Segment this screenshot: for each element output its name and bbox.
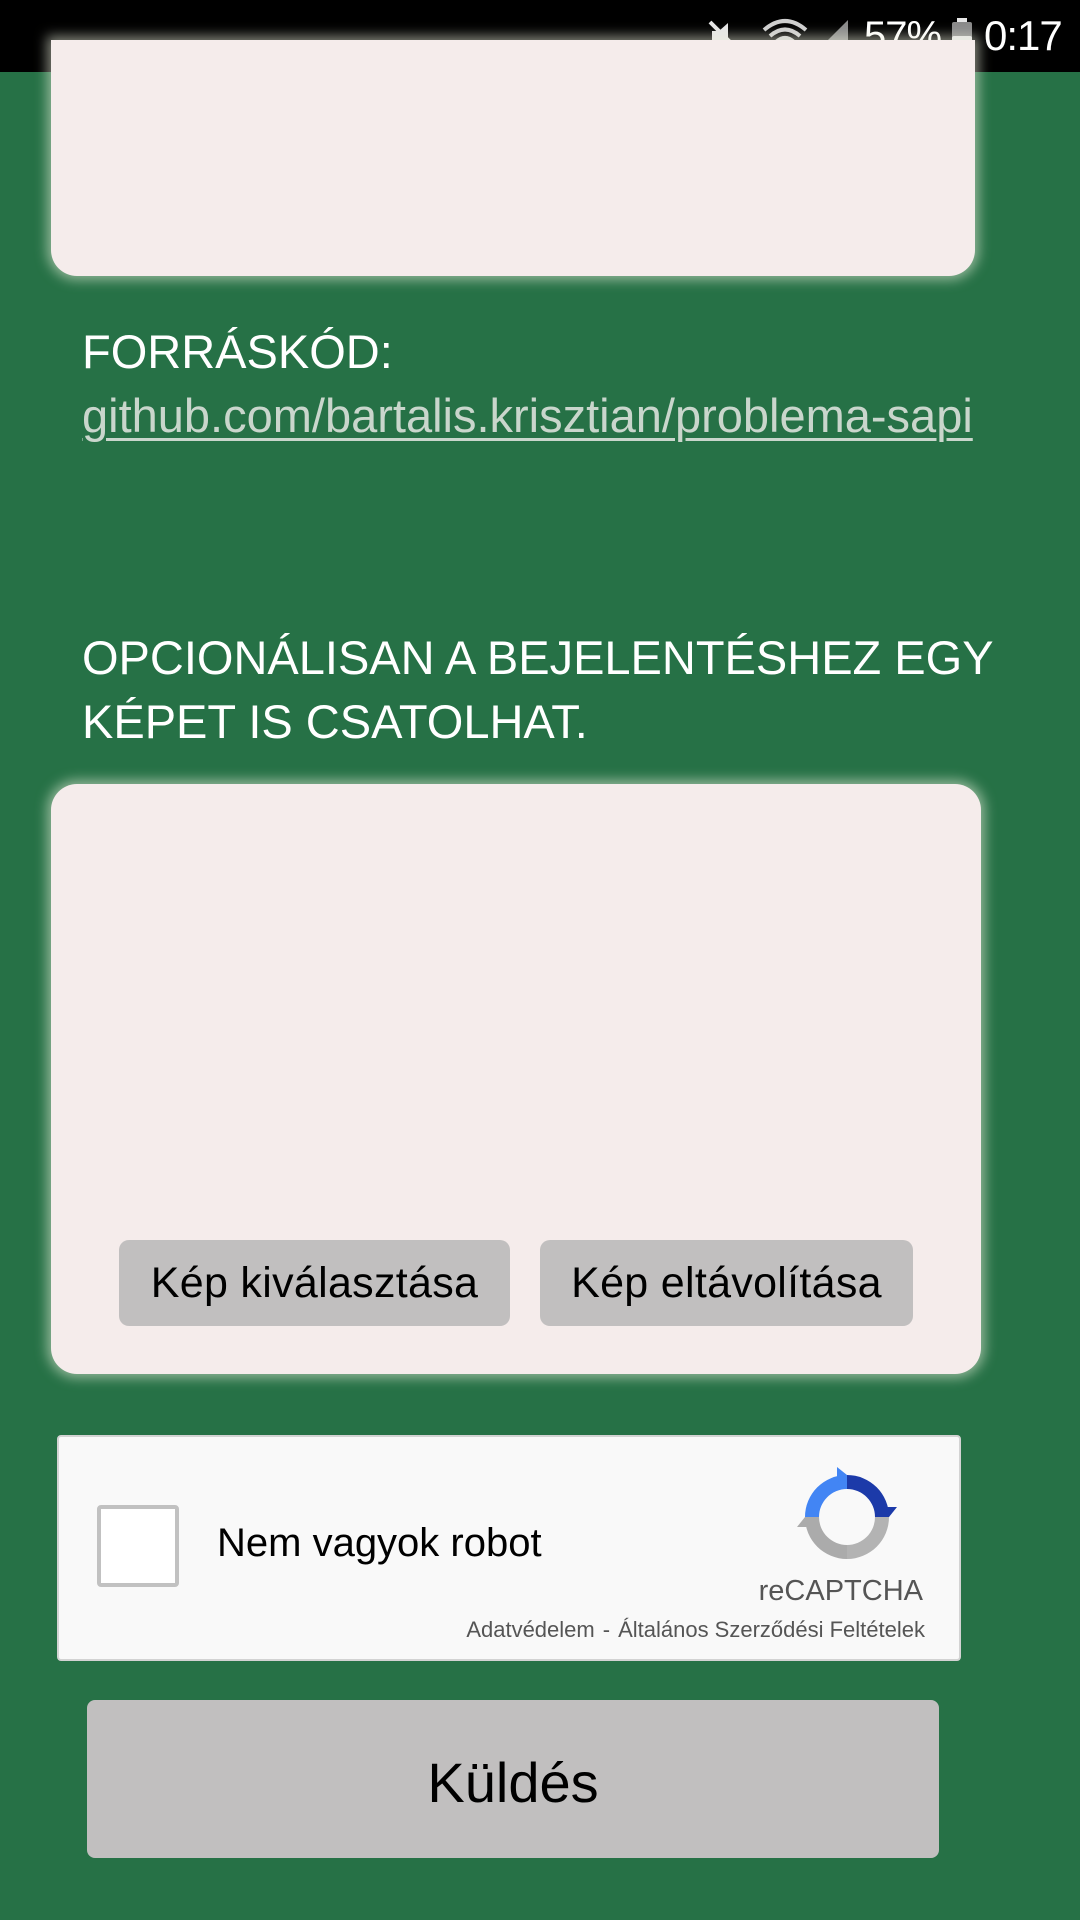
recaptcha-links: Adatvédelem - Általános Szerződési Felté… (466, 1617, 925, 1643)
submit-button[interactable]: Küldés (87, 1700, 939, 1858)
privacy-link[interactable]: Adatvédelem (466, 1617, 594, 1643)
source-code-label: FORRÁSKÓD: (82, 325, 393, 378)
links-separator: - (602, 1617, 611, 1642)
recaptcha-checkbox[interactable] (97, 1505, 179, 1587)
optional-image-text: OPCIONÁLISAN A BEJELENTÉSHEZ EGY KÉPET I… (82, 631, 993, 748)
remove-image-button[interactable]: Kép eltávolítása (540, 1240, 913, 1326)
description-card[interactable] (51, 40, 975, 276)
recaptcha-logo-icon (797, 1467, 897, 1567)
recaptcha-brand: reCAPTCHA (758, 1575, 923, 1607)
recaptcha-label: Nem vagyok robot (217, 1521, 542, 1565)
source-code-link[interactable]: github.com/bartalis.krisztian/problema-s… (82, 384, 1062, 448)
source-code-section: FORRÁSKÓD: github.com/bartalis.krisztian… (82, 320, 1062, 448)
terms-link[interactable]: Általános Szerződési Feltételek (618, 1617, 925, 1643)
select-image-button[interactable]: Kép kiválasztása (119, 1240, 510, 1326)
clock: 0:17 (984, 12, 1063, 59)
recaptcha-widget: Nem vagyok robot reCAPTCHA Adatvédelem -… (57, 1435, 961, 1661)
